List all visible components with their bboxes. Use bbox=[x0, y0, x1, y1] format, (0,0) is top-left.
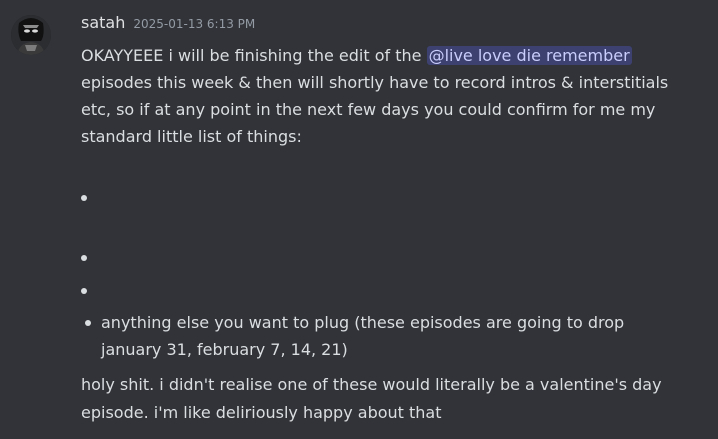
bullet-dot bbox=[81, 195, 87, 201]
intro-continuation: episodes this week & then will shortly h… bbox=[81, 73, 669, 146]
bullet-dot bbox=[81, 288, 87, 294]
bullet-dot bbox=[85, 320, 91, 326]
message-intro: OKAYYEEE i will be finishing the edit of… bbox=[81, 42, 701, 150]
message-content: OKAYYEEE i will be finishing the edit of… bbox=[81, 42, 701, 150]
user-avatar-icon bbox=[11, 15, 51, 55]
message-header: satah 2025-01-13 6:13 PM bbox=[81, 13, 255, 41]
message-closing: holy shit. i didn't realise one of these… bbox=[81, 375, 662, 422]
list-item-text: anything else you want to plug (these ep… bbox=[101, 313, 625, 359]
avatar[interactable] bbox=[11, 15, 51, 55]
username[interactable]: satah bbox=[81, 13, 125, 32]
bullet-dot bbox=[81, 255, 87, 261]
intro-text: OKAYYEEE i will be finishing the edit of… bbox=[81, 46, 427, 65]
timestamp[interactable]: 2025-01-13 6:13 PM bbox=[133, 17, 255, 31]
chat-message: satah 2025-01-13 6:13 PM OKAYYEEE i will… bbox=[0, 0, 718, 439]
role-mention[interactable]: @live love die remember bbox=[426, 46, 632, 65]
